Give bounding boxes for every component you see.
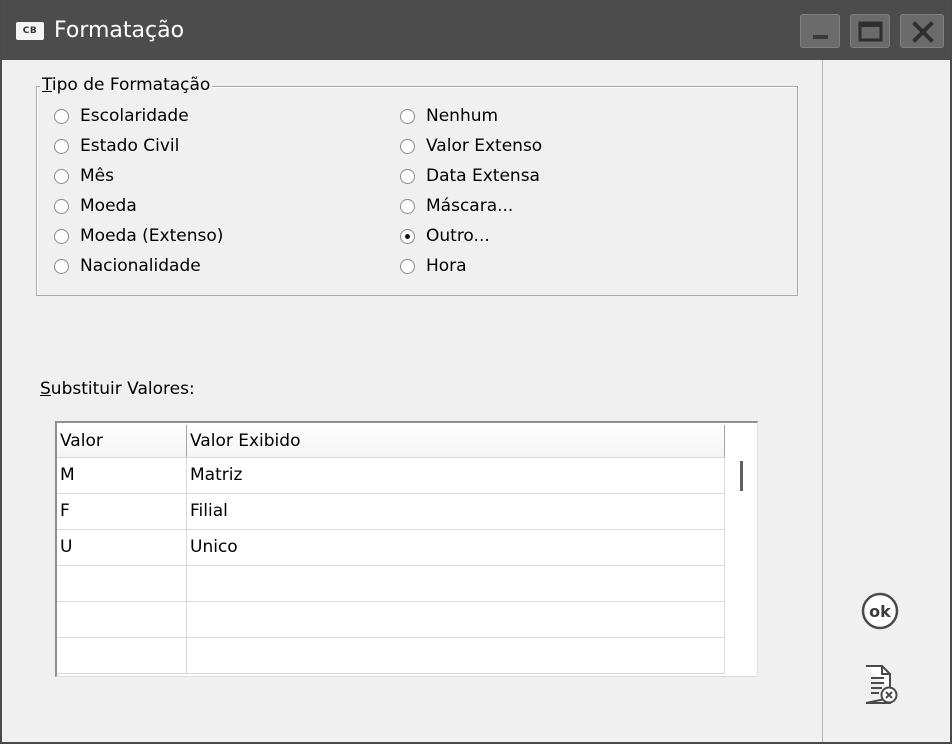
radio-mes[interactable]: Mês <box>54 164 114 188</box>
cell-valor-exibido[interactable]: Filial <box>187 494 725 529</box>
radio-label: Máscara... <box>426 196 514 216</box>
radio-indicator <box>54 198 69 214</box>
radio-label: Nenhum <box>426 106 499 126</box>
radio-label: Moeda <box>80 196 137 216</box>
scrollbar-thumb[interactable] <box>740 461 743 491</box>
radio-outro[interactable]: Outro... <box>400 224 490 248</box>
radio-indicator <box>54 138 69 154</box>
radio-label: Outro... <box>426 226 490 246</box>
window-title: Formatação <box>54 18 185 43</box>
radio-estado-civil[interactable]: Estado Civil <box>54 134 179 158</box>
column-header-valor[interactable]: Valor <box>57 425 187 457</box>
column-header-valor-exibido[interactable]: Valor Exibido <box>187 425 725 457</box>
table-row[interactable] <box>57 602 725 638</box>
radio-indicator <box>54 258 69 274</box>
substitute-values-grid[interactable]: Valor Valor Exibido M Matriz F Filial U … <box>55 421 758 677</box>
radio-label: Moeda (Extenso) <box>80 226 224 246</box>
radio-label: Nacionalidade <box>80 256 201 276</box>
cell-valor-exibido[interactable] <box>187 566 725 601</box>
radio-indicator <box>400 258 415 274</box>
cell-valor-exibido[interactable] <box>187 602 725 637</box>
maximize-button[interactable] <box>850 14 890 48</box>
cell-valor-exibido[interactable]: Unico <box>187 530 725 565</box>
radio-indicator <box>400 138 415 154</box>
grid-header: Valor Valor Exibido <box>57 425 725 458</box>
vertical-scrollbar[interactable] <box>725 423 757 676</box>
cancel-button[interactable] <box>862 663 898 707</box>
radio-label: Mês <box>80 166 114 186</box>
svg-text:ok: ok <box>869 602 891 621</box>
radio-label: Hora <box>426 256 467 276</box>
substitute-values-label: Substituir Valores: <box>40 379 195 399</box>
radio-nenhum[interactable]: Nenhum <box>400 104 498 128</box>
dialog-window: CB Formatação Tipo de Formatação Escolar… <box>0 0 952 744</box>
app-icon[interactable]: CB <box>16 22 44 40</box>
radio-label: Valor Extenso <box>426 136 543 156</box>
radio-label: Data Extensa <box>426 166 540 186</box>
title-bar[interactable]: CB Formatação <box>2 0 950 60</box>
radio-indicator-selected <box>400 228 415 244</box>
minimize-button[interactable] <box>800 14 840 48</box>
radio-indicator <box>400 108 415 124</box>
table-row[interactable]: U Unico <box>57 530 725 566</box>
cell-valor[interactable]: U <box>57 530 187 565</box>
radio-mascara[interactable]: Máscara... <box>400 194 513 218</box>
radio-nacionalidade[interactable]: Nacionalidade <box>54 254 201 278</box>
cancel-document-icon <box>865 665 898 704</box>
cell-valor-exibido[interactable]: Matriz <box>187 458 725 493</box>
main-panel: Tipo de Formatação Escolaridade Estado C… <box>2 60 823 742</box>
cell-valor[interactable] <box>57 566 187 601</box>
maximize-icon <box>858 21 883 42</box>
radio-valor-extenso[interactable]: Valor Extenso <box>400 134 542 158</box>
ok-icon: ok <box>861 592 899 630</box>
table-row[interactable]: M Matriz <box>57 458 725 494</box>
radio-moeda-extenso[interactable]: Moeda (Extenso) <box>54 224 223 248</box>
radio-escolaridade[interactable]: Escolaridade <box>54 104 189 128</box>
cell-valor-exibido[interactable] <box>187 638 725 673</box>
table-row[interactable] <box>57 638 725 674</box>
radio-label: Estado Civil <box>80 136 180 156</box>
ok-button[interactable]: ok <box>860 591 900 631</box>
radio-indicator <box>54 108 69 124</box>
radio-indicator <box>54 168 69 184</box>
table-row[interactable] <box>57 566 725 602</box>
radio-indicator <box>54 228 69 244</box>
action-panel <box>823 60 950 742</box>
close-icon <box>912 21 934 43</box>
minimize-icon <box>813 35 828 39</box>
radio-moeda[interactable]: Moeda <box>54 194 137 218</box>
cell-valor[interactable] <box>57 638 187 673</box>
table-row[interactable]: F Filial <box>57 494 725 530</box>
radio-label: Escolaridade <box>80 106 189 126</box>
radio-indicator <box>400 168 415 184</box>
cell-valor[interactable]: F <box>57 494 187 529</box>
close-button[interactable] <box>900 14 944 48</box>
radio-indicator <box>400 198 415 214</box>
cell-valor[interactable]: M <box>57 458 187 493</box>
cell-valor[interactable] <box>57 602 187 637</box>
radio-data-extensa[interactable]: Data Extensa <box>400 164 540 188</box>
format-type-legend: Tipo de Formatação <box>40 74 213 96</box>
radio-hora[interactable]: Hora <box>400 254 467 278</box>
